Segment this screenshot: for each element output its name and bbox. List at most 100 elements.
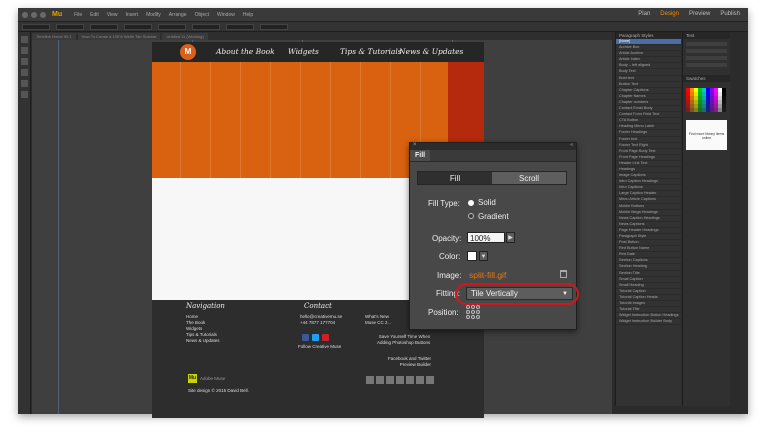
- image-label: Image:: [437, 271, 462, 280]
- menu-item[interactable]: Window: [217, 12, 235, 18]
- size-field[interactable]: [686, 49, 727, 53]
- menu-item[interactable]: Arrange: [169, 12, 187, 18]
- control-field[interactable]: [22, 23, 50, 30]
- font-field[interactable]: [686, 42, 727, 46]
- menu-item[interactable]: File: [74, 12, 82, 18]
- paragraph-styles-panel: Paragraph Styles [None] Archive Box Articl…: [615, 32, 681, 406]
- site-nav: M About the Book Widgets Tips & Tutorial…: [152, 42, 484, 62]
- guide-line: [58, 40, 59, 414]
- facebook-icon[interactable]: [302, 334, 309, 341]
- mode-design[interactable]: Design: [660, 11, 679, 17]
- nav-link[interactable]: Widgets: [288, 47, 319, 56]
- twitter-icon[interactable]: [312, 334, 319, 341]
- control-field[interactable]: [124, 23, 152, 30]
- menu-item[interactable]: View: [107, 12, 118, 18]
- collapse-icon[interactable]: «: [570, 142, 573, 148]
- control-field[interactable]: [192, 23, 220, 30]
- tab-fill[interactable]: Fill: [418, 172, 492, 184]
- fill-gradient-label[interactable]: Gradient: [478, 212, 509, 221]
- footer-nav-heading: Navigation: [186, 302, 225, 310]
- panel-header[interactable]: Text: [683, 32, 730, 39]
- crop-tool-icon[interactable]: [20, 47, 28, 54]
- color-field[interactable]: [686, 56, 727, 60]
- zoom-tool-icon[interactable]: [20, 91, 28, 98]
- menu-item[interactable]: Edit: [90, 12, 99, 18]
- mode-publish[interactable]: Publish: [720, 11, 740, 17]
- fill-solid-radio[interactable]: [468, 200, 474, 206]
- color-swatch[interactable]: [467, 251, 477, 261]
- library-panel[interactable]: Find more library items online: [686, 120, 727, 150]
- control-field[interactable]: [226, 23, 254, 30]
- footer-nav-item[interactable]: News & Updates: [186, 338, 220, 344]
- news-item[interactable]: Facebook and Twitter Preview Builder: [388, 356, 431, 368]
- menu-item[interactable]: Object: [195, 12, 209, 18]
- swatch[interactable]: [722, 108, 726, 112]
- footer-contact-heading: Contact: [304, 302, 332, 310]
- highlight-circle: [455, 283, 579, 305]
- adobe-muse-text: Adobe Muse: [200, 376, 226, 381]
- trash-icon[interactable]: [560, 270, 567, 278]
- nav-link[interactable]: About the Book: [216, 47, 275, 56]
- image-filename[interactable]: split-fill.gif: [469, 270, 506, 280]
- mode-plan[interactable]: Plan: [638, 11, 650, 17]
- color-dropdown-icon[interactable]: ▼: [479, 251, 488, 261]
- control-field[interactable]: [260, 23, 288, 30]
- dialog-header: Fill: [410, 150, 576, 162]
- opacity-field[interactable]: 100%: [467, 232, 505, 243]
- opacity-arrow-icon[interactable]: ▶: [506, 232, 515, 243]
- footer-nav-list: Home The Book Widgets Tips & Tutorials N…: [186, 314, 220, 344]
- menu-item[interactable]: Help: [243, 12, 253, 18]
- control-bar: [18, 22, 748, 32]
- follow-text: Follow Creative Muse: [298, 344, 342, 349]
- text-tool-icon[interactable]: [20, 58, 28, 65]
- text-panel: Text Swatches Find more library items on…: [682, 32, 730, 406]
- rectangle-tool-icon[interactable]: [20, 69, 28, 76]
- fill-type-label: Fill Type:: [428, 199, 460, 208]
- app-logo: Mu: [52, 11, 63, 18]
- dialog-titlebar: × «: [410, 142, 576, 150]
- doc-tab[interactable]: How To Create a 100% Width Tab Sidebar: [77, 32, 161, 40]
- hand-tool-icon[interactable]: [20, 80, 28, 87]
- footer-contact: hello@creativemu.se +44 7877 177704: [300, 314, 342, 326]
- fill-gradient-radio[interactable]: [468, 213, 474, 219]
- pinterest-icon[interactable]: [322, 334, 329, 341]
- position-grid[interactable]: [466, 305, 480, 319]
- nav-link[interactable]: Tips & Tutorials: [340, 47, 402, 56]
- position-label: Position:: [428, 308, 459, 317]
- menu-item[interactable]: Insert: [126, 12, 139, 18]
- site-design-credit: Site design © 2015 David Bell.: [188, 388, 249, 393]
- muse-badge-icon: Mu: [188, 374, 197, 383]
- thumbnail-strip[interactable]: [366, 376, 434, 384]
- mode-preview[interactable]: Preview: [689, 11, 710, 17]
- style-item[interactable]: Widget Instruction Builder Body: [616, 319, 681, 326]
- tab-scroll[interactable]: Scroll: [492, 172, 566, 184]
- menu-item[interactable]: Modify: [146, 12, 161, 18]
- fill-scroll-tabs: Fill Scroll: [417, 171, 567, 185]
- contact-phone: +44 7877 177704: [300, 320, 336, 325]
- whats-new: What's New Muse CC 2...: [365, 314, 392, 325]
- swatches-header[interactable]: Swatches: [683, 75, 730, 82]
- control-field[interactable]: [90, 23, 118, 30]
- swatches-grid[interactable]: [686, 88, 727, 112]
- news-item[interactable]: Save Yourself Time When Adding Photoshop…: [377, 334, 430, 346]
- spacing-field[interactable]: [686, 63, 727, 67]
- styles-list: [None] Archive Box Article Archive Article …: [616, 39, 681, 326]
- menu-bar[interactable]: File Edit View Insert Modify Arrange Obj…: [74, 12, 253, 18]
- document-tabs: Timeline Home 99.1 How To Create a 100% …: [32, 32, 612, 40]
- doc-tab[interactable]: Untitled 11 (Working): [162, 32, 208, 40]
- doc-tab[interactable]: Timeline Home 99.1: [32, 32, 76, 40]
- control-field[interactable]: [158, 23, 186, 30]
- dialog-title: Fill: [410, 150, 431, 161]
- app-bar: Mu File Edit View Insert Modify Arrange …: [18, 8, 748, 22]
- selection-tool-icon[interactable]: [20, 36, 28, 43]
- close-icon[interactable]: ×: [413, 142, 417, 148]
- panel-header[interactable]: Paragraph Styles: [616, 32, 681, 39]
- color-label: Color:: [439, 252, 461, 261]
- window-controls[interactable]: [22, 11, 46, 18]
- site-logo[interactable]: M: [180, 44, 196, 60]
- fill-solid-label[interactable]: Solid: [478, 198, 496, 207]
- nav-link[interactable]: News & Updates: [399, 47, 463, 56]
- control-field[interactable]: [56, 23, 84, 30]
- mode-switcher: Plan Design Preview Publish: [638, 11, 740, 17]
- opacity-label: Opacity:: [432, 234, 462, 243]
